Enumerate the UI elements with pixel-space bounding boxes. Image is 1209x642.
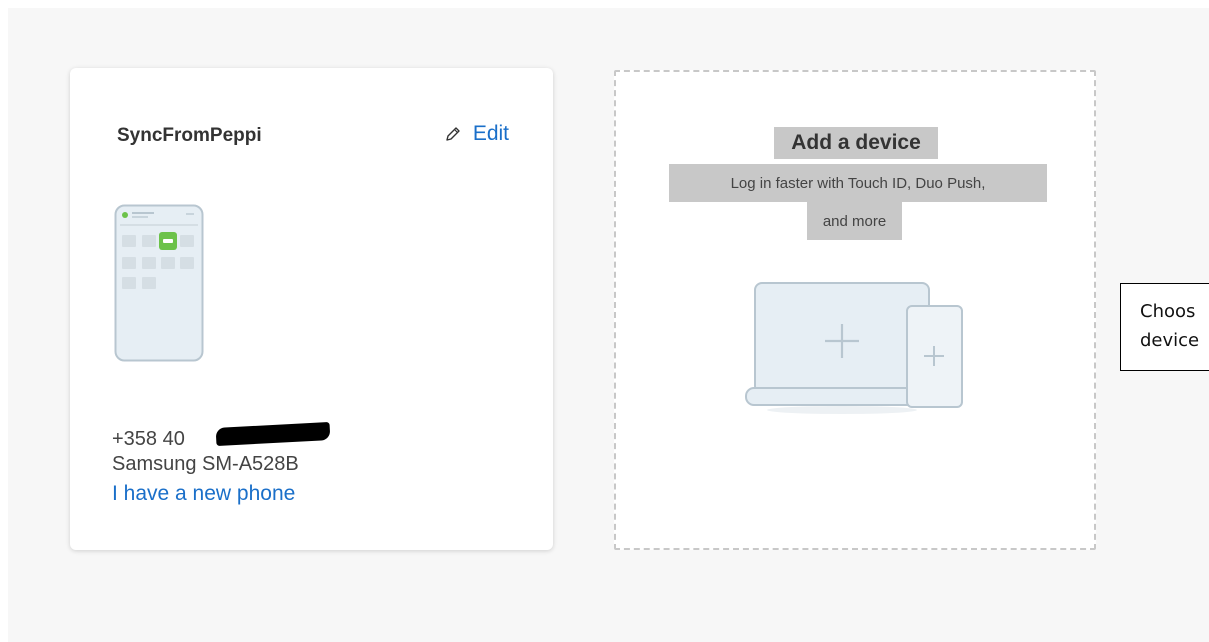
redacted-phone-digits — [215, 422, 331, 446]
annotation-line2: device — [1140, 330, 1200, 351]
add-device-title: Add a device — [774, 127, 938, 159]
add-device-card[interactable]: Add a device Log in faster with Touch ID… — [614, 70, 1096, 550]
edit-device-link[interactable]: Edit — [445, 122, 509, 146]
annotation-callout: Choos device — [1120, 283, 1209, 371]
phone-illustration — [114, 204, 206, 369]
device-card: SyncFromPeppi Edit +358 40 Samsung SM-A5… — [70, 68, 553, 550]
device-model: Samsung SM-A528B — [112, 453, 299, 475]
new-phone-link[interactable]: I have a new phone — [112, 482, 295, 506]
pencil-icon — [445, 126, 461, 142]
device-name: SyncFromPeppi — [117, 125, 262, 146]
edit-label: Edit — [472, 122, 509, 145]
annotation-line1: Choos — [1140, 301, 1196, 322]
add-device-description-line2: and more — [807, 202, 902, 240]
laptop-phone-plus-illustration — [744, 280, 964, 425]
add-device-description-line1: Log in faster with Touch ID, Duo Push, — [669, 164, 1047, 202]
phone-number: +358 40 — [112, 428, 185, 450]
